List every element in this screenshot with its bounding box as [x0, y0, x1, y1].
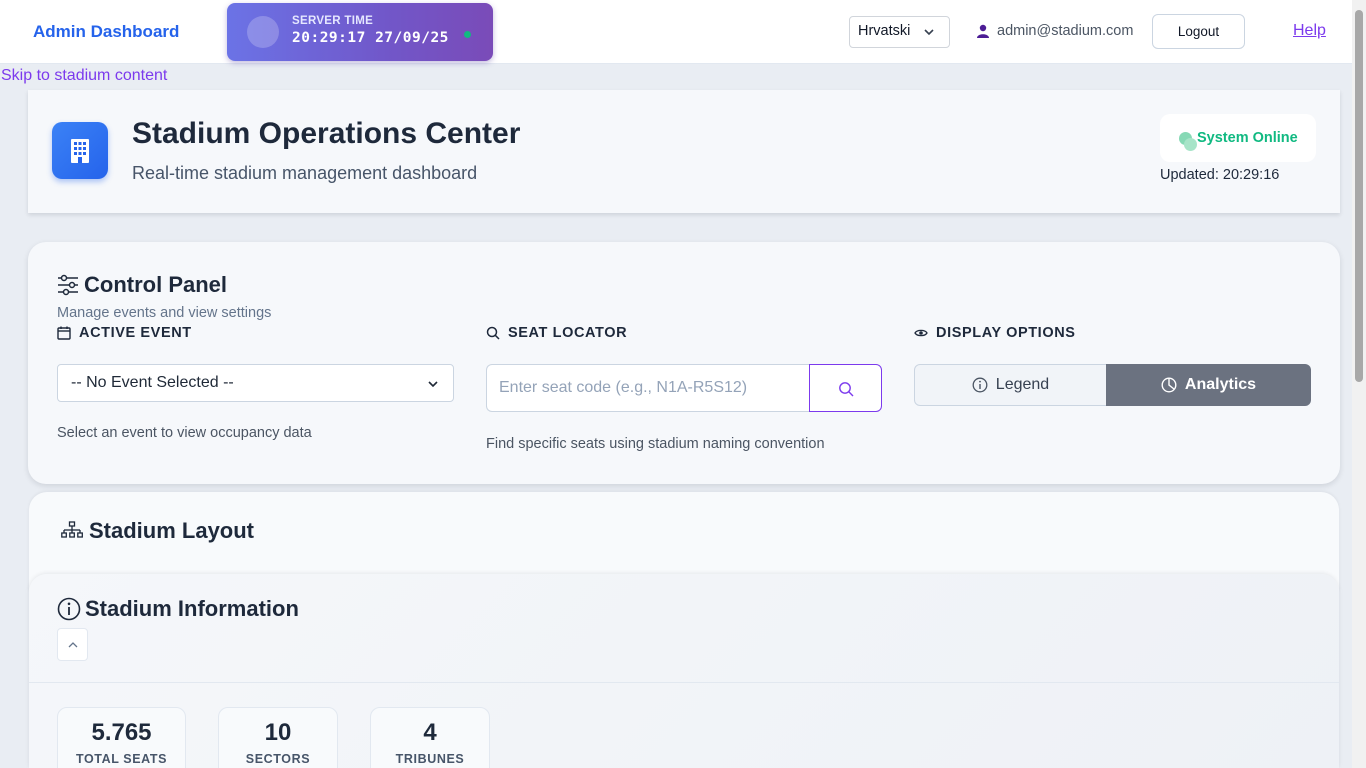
- search-icon: [486, 326, 500, 340]
- active-event-label-text: ACTIVE EVENT: [79, 325, 192, 341]
- event-select[interactable]: -- No Event Selected --: [57, 364, 454, 402]
- info-icon: [972, 377, 988, 393]
- stadium-layout-title-text: Stadium Layout: [89, 518, 255, 543]
- eye-icon: [914, 329, 928, 337]
- stadium-info-title-text: Stadium Information: [85, 596, 299, 621]
- calendar-icon: [57, 326, 71, 340]
- page-subtitle: Real-time stadium management dashboard: [132, 163, 478, 183]
- server-time-value: 20:29:17 27/09/25: [292, 30, 449, 46]
- search-icon: [839, 382, 854, 397]
- stat-card-sectors: 10 SECTORS: [218, 707, 338, 768]
- stat-value: 4: [423, 719, 437, 746]
- system-status-text: System Online: [1197, 130, 1298, 146]
- pie-chart-icon: [1161, 377, 1177, 393]
- chevron-up-icon: [68, 642, 78, 648]
- server-time-widget: SERVER TIME 20:29:17 27/09/25: [227, 3, 493, 61]
- stat-label: TRIBUNES: [395, 752, 465, 766]
- seat-locator-helper: Find specific seats using stadium naming…: [486, 436, 825, 452]
- sitemap-icon: [61, 521, 83, 538]
- analytics-toggle-button[interactable]: Analytics: [1106, 364, 1311, 406]
- page-title: Stadium Operations Center: [132, 117, 521, 150]
- seat-code-input[interactable]: [486, 364, 810, 412]
- stat-label: SECTORS: [245, 752, 311, 766]
- seat-search-button[interactable]: [809, 364, 882, 412]
- scrollbar-thumb[interactable]: [1355, 10, 1363, 382]
- stat-value: 5.765: [91, 719, 152, 746]
- clock-icon: [247, 16, 279, 48]
- info-divider: [29, 682, 1339, 683]
- logout-button[interactable]: Logout: [1152, 14, 1245, 49]
- info-icon: [57, 597, 81, 621]
- display-options-label-text: DISPLAY OPTIONS: [936, 325, 1076, 341]
- stat-card-total-seats: 5.765 TOTAL SEATS: [57, 707, 186, 768]
- control-panel-title: Control Panel: [56, 272, 227, 298]
- active-event-helper: Select an event to view occupancy data: [57, 425, 312, 441]
- event-select-value: -- No Event Selected --: [71, 374, 234, 391]
- control-panel-description: Manage events and view settings: [57, 305, 272, 321]
- language-select-value: Hrvatski: [858, 23, 911, 39]
- page-scrollbar[interactable]: [1352, 0, 1366, 768]
- top-nav: Admin Dashboard SERVER TIME 20:29:17 27/…: [0, 0, 1352, 64]
- sliders-icon: [58, 274, 78, 296]
- control-panel-title-text: Control Panel: [84, 272, 228, 297]
- header-card: Stadium Operations Center Real-time stad…: [28, 90, 1340, 213]
- stat-value: 10: [264, 719, 292, 746]
- stat-card-tribunes: 4 TRIBUNES: [370, 707, 490, 768]
- skip-to-content-link[interactable]: Skip to stadium content: [1, 67, 167, 85]
- server-status-dot: [464, 31, 471, 38]
- seat-locator-label-text: SEAT LOCATOR: [508, 325, 628, 341]
- analytics-label: Analytics: [1184, 376, 1257, 393]
- display-options-label: DISPLAY OPTIONS: [914, 325, 1076, 341]
- brand-link[interactable]: Admin Dashboard: [33, 22, 179, 42]
- last-updated: Updated: 20:29:16: [1160, 167, 1280, 183]
- chevron-down-icon: [924, 29, 934, 36]
- stadium-info-title: Stadium Information: [57, 596, 299, 622]
- stat-label: TOTAL SEATS: [75, 752, 168, 766]
- collapse-button[interactable]: [57, 628, 88, 661]
- seat-locator-label: SEAT LOCATOR: [486, 325, 627, 341]
- status-pulse-ring: [1184, 138, 1197, 151]
- building-icon: [52, 122, 108, 179]
- legend-label: Legend: [995, 376, 1050, 393]
- stadium-layout-title: Stadium Layout: [61, 518, 254, 544]
- server-time-label: SERVER TIME: [292, 15, 374, 27]
- user-email: admin@stadium.com: [997, 23, 1134, 39]
- user-icon: [977, 24, 989, 38]
- language-select[interactable]: Hrvatski: [849, 16, 950, 48]
- chevron-down-icon: [428, 381, 438, 388]
- user-info: admin@stadium.com: [976, 23, 1133, 39]
- help-link[interactable]: Help: [1293, 22, 1326, 40]
- active-event-label: ACTIVE EVENT: [57, 325, 192, 341]
- legend-toggle-button[interactable]: Legend: [914, 364, 1107, 406]
- system-status-badge: System Online: [1160, 114, 1316, 162]
